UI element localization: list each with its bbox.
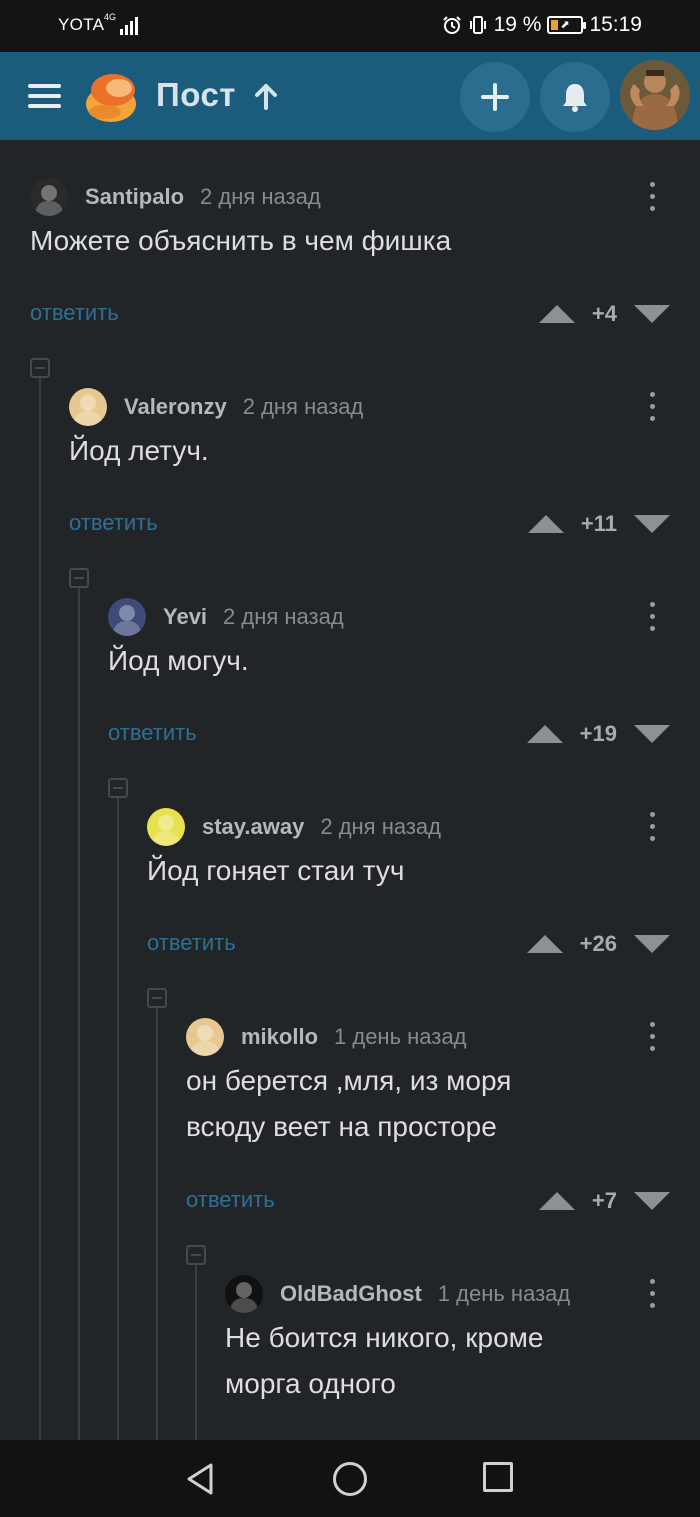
- comment-avatar[interactable]: [69, 388, 107, 426]
- notifications-button[interactable]: [540, 62, 610, 132]
- back-icon[interactable]: [184, 1462, 216, 1496]
- page-title: Пост: [156, 76, 236, 113]
- battery-percent: 19 %: [493, 13, 542, 36]
- bell-icon: [563, 84, 587, 112]
- comment-avatar[interactable]: [147, 808, 185, 846]
- clock: 15:19: [589, 13, 642, 36]
- comment-header: OldBadGhost 1 день назад: [225, 1274, 570, 1314]
- network-type-label: 4G: [104, 12, 117, 22]
- comment-avatar[interactable]: [186, 1018, 224, 1056]
- comment-avatar[interactable]: [108, 598, 146, 636]
- comment-text: Не боится никого, кроме: [225, 1322, 544, 1353]
- comment: OldBadGhost 1 день назад Не боится никого,…: [225, 140, 700, 1440]
- add-post-button[interactable]: [460, 62, 530, 132]
- app-bar: Пост: [0, 52, 700, 140]
- user-avatar[interactable]: [620, 60, 690, 130]
- signal-icon: 4G: [104, 12, 139, 35]
- carrier-label: YOTA: [58, 15, 105, 34]
- comment-avatar[interactable]: [225, 1275, 263, 1313]
- arrow-up-icon[interactable]: [253, 82, 279, 110]
- alarm-icon: [442, 16, 461, 34]
- recent-apps-icon[interactable]: [483, 1462, 513, 1492]
- status-bar: YOTA 4G 19 % ⬈ 15:19: [0, 0, 700, 52]
- comment-time: 1 день назад: [437, 1281, 571, 1306]
- comment-thread: Santipalo 2 дня назад Можете объяснить в ч…: [0, 140, 700, 1440]
- menu-icon[interactable]: [28, 84, 61, 108]
- vibrate-icon: [469, 16, 486, 34]
- pikabu-logo[interactable]: [83, 68, 139, 124]
- comment-text: морга одного: [225, 1368, 396, 1399]
- battery-icon: ⬈: [547, 16, 587, 34]
- comment-avatar[interactable]: [30, 178, 68, 216]
- home-icon[interactable]: [333, 1462, 367, 1496]
- plus-icon: [481, 83, 509, 111]
- more-options-icon[interactable]: [646, 1276, 658, 1312]
- navigation-bar: [0, 1440, 700, 1517]
- comment-author[interactable]: OldBadGhost: [280, 1281, 422, 1307]
